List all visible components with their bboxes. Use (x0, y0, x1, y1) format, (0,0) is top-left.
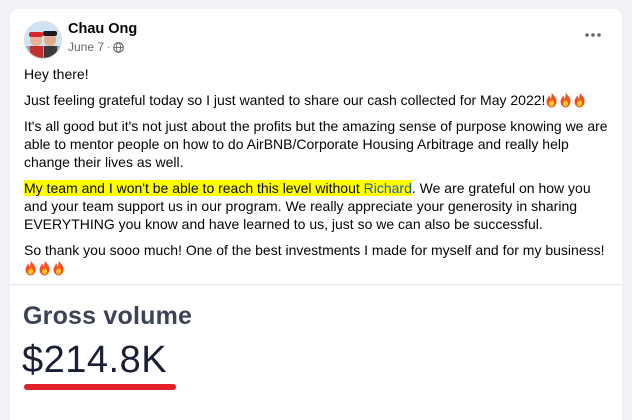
more-options-icon[interactable] (580, 25, 606, 45)
post-card: Chau Ong June 7 · Hey there! Just feelin… (10, 9, 622, 420)
post-paragraph-3: My team and I won't be able to reach thi… (24, 180, 591, 232)
fire-emoji-icon (545, 92, 558, 108)
post-body: Hey there! Just feeling grateful today s… (24, 65, 609, 285)
post-paragraph-1: Just feeling grateful today so I just wa… (24, 91, 609, 109)
fire-emoji-icon (559, 92, 572, 108)
mention-link[interactable]: Richard (363, 180, 412, 196)
fire-emoji-icon (573, 92, 586, 108)
post-paragraph-2: It's all good but it's not just about th… (24, 118, 608, 170)
globe-icon[interactable] (113, 41, 125, 53)
gross-volume-amount: $214.8K (22, 339, 168, 381)
red-underline-annotation (24, 384, 176, 390)
fire-emoji-icon (52, 260, 65, 276)
fire-emoji-icon (38, 260, 51, 276)
author-name[interactable]: Chau Ong (68, 21, 137, 37)
gross-volume-panel: Gross volume $214.8K (10, 289, 622, 420)
author-avatar[interactable] (24, 21, 62, 59)
post-paragraph-4: So thank you sooo much! One of the best … (24, 241, 609, 277)
section-divider (10, 284, 622, 285)
post-date[interactable]: June 7 (68, 40, 104, 54)
fire-emoji-icon (24, 260, 37, 276)
highlighted-text: My team and I won't be able to reach thi… (24, 180, 364, 196)
gross-volume-title: Gross volume (23, 302, 193, 330)
post-meta: June 7 · (68, 40, 125, 54)
meta-separator: · (107, 41, 111, 53)
post-greeting: Hey there! (24, 66, 89, 82)
